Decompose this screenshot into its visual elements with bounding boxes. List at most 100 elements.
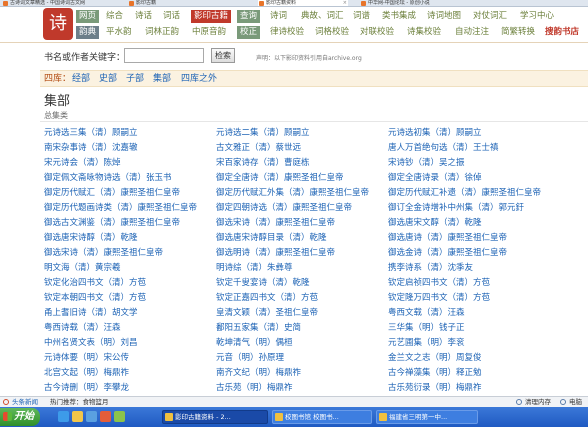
book-link[interactable]: 古今诗删（明）李攀龙 [44,383,129,394]
book-link[interactable]: 御定历代题画诗类（清）康熙圣祖仁皇帝 [44,203,197,214]
taskbar-window-1[interactable]: 影印古籍资料 - 2... [162,410,268,424]
nav-query[interactable]: 查询 [237,10,261,23]
nav-collection-check[interactable]: 诗集校验 [407,26,441,39]
book-link[interactable]: 元艺圃集（明）李衮 [388,338,465,349]
nav-pingshuiyun[interactable]: 平水韵 [106,26,132,39]
nav-jiaozheng[interactable]: 校正 [237,26,261,39]
book-link[interactable]: 元诗选初集（清）顾嗣立 [388,128,482,139]
browser-tab-active[interactable]: 影印古籍资料 × [258,0,348,6]
nav-map[interactable]: 诗词地图 [427,10,461,23]
book-link[interactable]: 御定历代赋汇外集（清）康熙圣祖仁皇帝 [216,188,369,199]
book-link[interactable]: 元诗选二集（清）顾嗣立 [216,128,310,139]
book-link[interactable]: 钦定正嘉四书文（清）方苞 [216,293,318,304]
browser-quicklaunch-icon[interactable] [86,411,97,422]
nav-general[interactable]: 综合 [106,10,123,23]
book-link[interactable]: 御选金诗（清）康熙圣祖仁皇帝 [388,248,507,259]
nav-convert[interactable]: 简繁转换 [501,26,535,39]
book-link[interactable]: 古乐苑衍录（明）梅鼎祚 [388,383,482,394]
breadcrumb-outside[interactable]: 四库之外 [181,73,217,86]
nav-yundian[interactable]: 韵典 [76,26,100,39]
browser-tab-4[interactable]: 中华网-中国论坛 - 原创小说 [360,0,490,6]
breadcrumb-zibu[interactable]: 子部 [126,73,144,86]
book-link[interactable]: 御定历代赋汇（清）康熙圣祖仁皇帝 [44,188,180,199]
book-link[interactable]: 钦定千叟宴诗（清）乾隆 [216,278,310,289]
book-link[interactable]: 鄱阳五家集（清）史简 [216,323,301,334]
book-link[interactable]: 南宋杂事诗（清）沈嘉辙 [44,143,138,154]
book-link[interactable]: 钦定启祯四书文（清）方苞 [388,278,490,289]
book-link[interactable]: 御选宋诗（清）康熙圣祖仁皇帝 [44,248,163,259]
breadcrumb-shibu[interactable]: 史部 [99,73,117,86]
nav-learning[interactable]: 学习中心 [520,10,554,23]
book-link[interactable]: 甬上耆旧诗（清）胡文学 [44,308,138,319]
close-tab-icon[interactable]: × [343,0,347,6]
news-icon[interactable] [3,399,9,405]
nav-facsimile[interactable]: 影印古籍 [191,10,232,23]
nav-duizhang[interactable]: 对仗词汇 [473,10,507,23]
book-link[interactable]: 元诗选三集（清）顾嗣立 [44,128,138,139]
site-logo[interactable]: 诗 [43,8,73,40]
book-link[interactable]: 古今禅藻集（明）释正勉 [388,368,482,379]
book-link[interactable]: 三华集（明）钱子正 [388,323,465,334]
book-link[interactable]: 御选宋诗（清）康熙圣祖仁皇帝 [216,218,335,229]
book-link[interactable]: 古文雅正（清）蔡世远 [216,143,301,154]
book-link[interactable]: 御定全唐诗（清）康熙圣祖仁皇帝 [216,173,344,184]
book-link[interactable]: 金兰文之志（明）周复俊 [388,353,482,364]
nav-lvshi-check[interactable]: 律诗校验 [270,26,304,39]
book-link[interactable]: 御选唐宋诗醇（清）乾隆 [44,233,138,244]
book-link[interactable]: 御定四朝诗选（清）康熙圣祖仁皇帝 [216,203,352,214]
nav-cipu[interactable]: 词谱 [353,10,370,23]
status-news[interactable]: 头条新闻 [12,398,38,407]
status-clean-memory[interactable]: 清理内存 [525,398,551,407]
book-link[interactable]: 御定佩文斋咏物诗选（清）张玉书 [44,173,172,184]
book-link[interactable]: 元诗体要（明）宋公传 [44,353,129,364]
nav-leishu[interactable]: 类书集成 [382,10,416,23]
book-link[interactable]: 元音（明）孙原理 [216,353,284,364]
book-link[interactable]: 御选古文渊鉴（清）康熙圣祖仁皇帝 [44,218,180,229]
book-link[interactable]: 粤西文载（清）汪森 [388,308,465,319]
nav-cihua[interactable]: 词话 [163,10,180,23]
nav-ci-check[interactable]: 词格校验 [315,26,349,39]
book-link[interactable]: 皇清文颖（清）圣祖仁皇帝 [216,308,318,319]
browser-tab-1[interactable]: 古诗词文章精选 - 中国诗词古文网 [2,0,122,6]
book-link[interactable]: 宋百家诗存（清）曹庭栋 [216,158,310,169]
nav-bookstore[interactable]: 搜韵书店 [545,26,579,39]
nav-poems[interactable]: 诗词 [270,10,287,23]
book-link[interactable]: 粤西诗载（清）汪森 [44,323,121,334]
nav-shihua[interactable]: 诗话 [135,10,152,23]
folder-quicklaunch-icon[interactable] [72,411,83,422]
book-link[interactable]: 御订全金诗增补中州集（清）郭元釪 [388,203,524,214]
book-link[interactable]: 宋元诗会（清）陈焯 [44,158,121,169]
app2-quicklaunch-icon[interactable] [114,411,125,422]
status-hot[interactable]: 热门推荐：食物篮月 [50,398,109,407]
memory-clean-icon[interactable] [516,399,522,405]
book-link[interactable]: 携李诗系（清）沈季友 [388,263,473,274]
nav-cilin[interactable]: 词林正韵 [145,26,179,39]
breadcrumb-jibu[interactable]: 集部 [153,73,171,86]
book-link[interactable]: 古乐苑（明）梅鼎祚 [216,383,293,394]
book-link[interactable]: 御选明诗（清）康熙圣祖仁皇帝 [216,248,335,259]
book-link[interactable]: 中州名贤文表（明）刘昌 [44,338,138,349]
nav-allusions[interactable]: 典故、词汇 [301,10,344,23]
browser-tab-2[interactable]: 影印古籍 [128,0,188,6]
book-link[interactable]: 宋诗钞（清）吴之振 [388,158,465,169]
start-button[interactable]: 开始 [0,408,40,426]
status-computer[interactable]: 电脑 [569,398,582,407]
book-link[interactable]: 唐人万首绝句选（清）王士禛 [388,143,499,154]
book-link[interactable]: 乾坤清气（明）偶桓 [216,338,293,349]
breadcrumb-jingbu[interactable]: 经部 [72,73,90,86]
taskbar-window-2[interactable]: 校图书馆 校图书... [272,410,372,424]
book-link[interactable]: 钦定本朝四书文（清）方苞 [44,293,146,304]
book-link[interactable]: 明诗综（清）朱彝尊 [216,263,293,274]
search-input[interactable] [124,48,204,63]
book-link[interactable]: 御定全唐诗录（清）徐倬 [388,173,482,184]
book-link[interactable]: 明文海（清）黄宗羲 [44,263,121,274]
book-link[interactable]: 钦定隆万四书文（清）方苞 [388,293,490,304]
book-link[interactable]: 御定历代赋汇补遗（清）康熙圣祖仁皇帝 [388,188,541,199]
book-link[interactable]: 御选唐诗（清）康熙圣祖仁皇帝 [388,233,507,244]
nav-zhongyuan[interactable]: 中原音韵 [192,26,226,39]
taskbar-window-3[interactable]: 福建省三明第一中... [376,410,478,424]
computer-icon[interactable] [560,399,566,405]
book-link[interactable]: 御选唐宋文醇（清）乾隆 [388,218,482,229]
search-button[interactable]: 检索 [211,48,235,63]
book-link[interactable]: 南齐文纪（明）梅鼎祚 [216,368,301,379]
